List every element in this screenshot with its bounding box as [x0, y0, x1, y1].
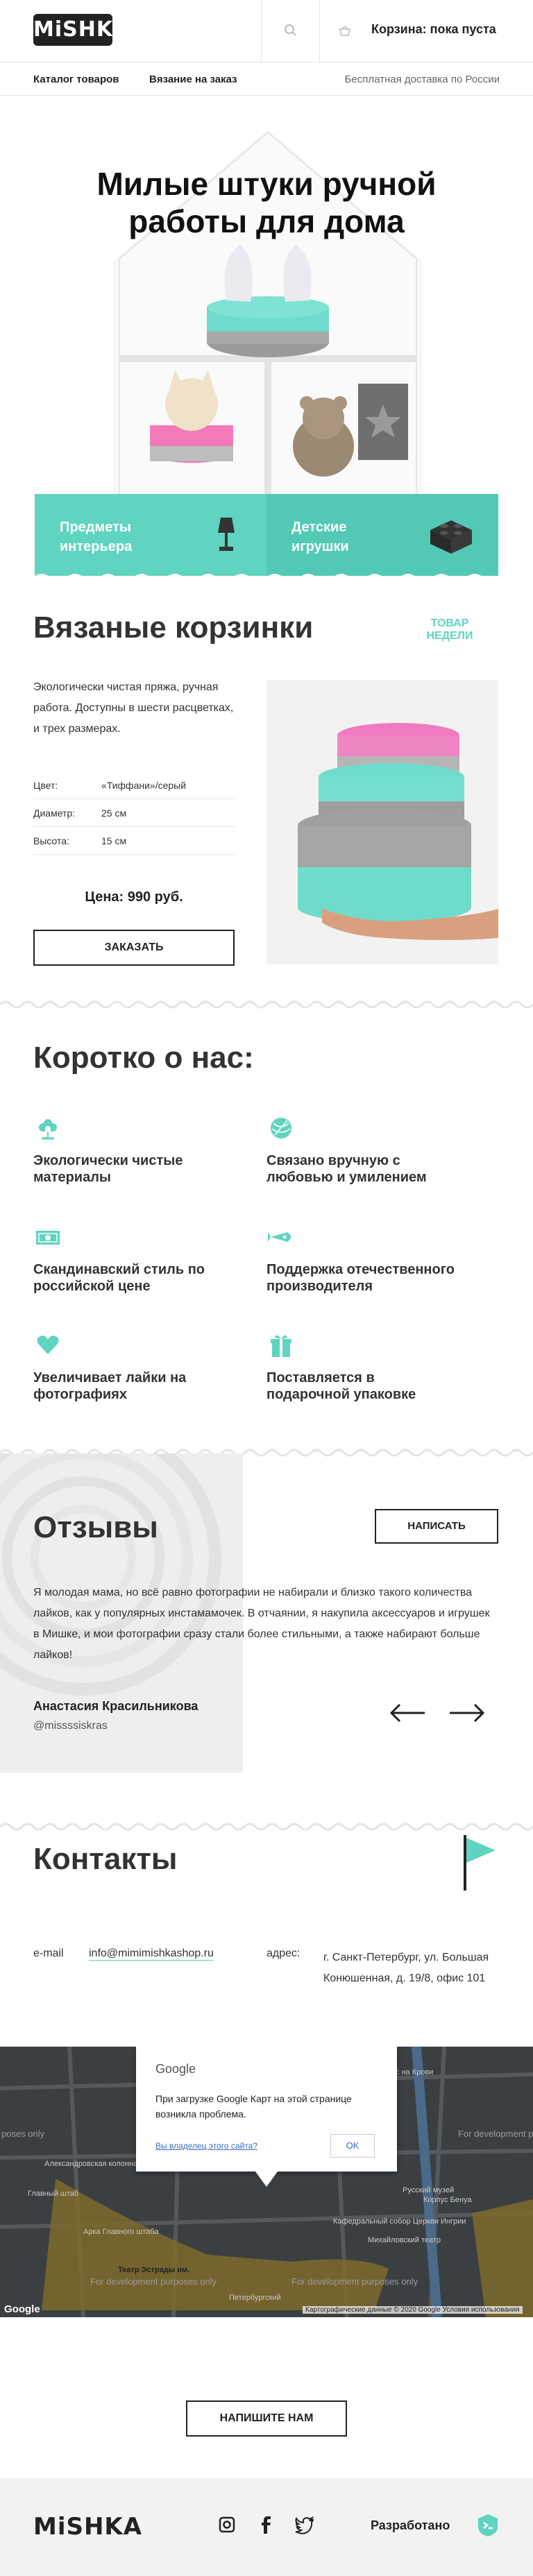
map-credits[interactable]: Картографические данные © 2020 Google Ус… — [303, 2306, 523, 2314]
address-label: адрес: — [266, 1947, 301, 1959]
write-us-button[interactable]: НАПИШИТЕ НАМ — [186, 2400, 347, 2437]
feature-text: Увеличивает лайки на фотографиях — [33, 1370, 187, 1402]
arrow-right-icon[interactable] — [447, 1703, 486, 1723]
category-tiles: Предметы интерьера Детские игрушки — [35, 494, 498, 576]
google-brand: Google — [155, 2062, 196, 2076]
baskets-image — [266, 680, 498, 964]
facebook-icon[interactable] — [255, 2514, 276, 2535]
header-divider — [261, 0, 262, 62]
map-error-message: При загрузке Google Карт на этой страниц… — [155, 2093, 352, 2119]
feature-text: Поставляется в подарочной упаковке — [266, 1370, 416, 1402]
flag-icon — [464, 1835, 496, 1891]
svg-text:Русский музей: Русский музей — [403, 2186, 454, 2194]
yarn-ball-icon — [271, 1118, 291, 1138]
instagram-icon[interactable] — [217, 2514, 237, 2535]
cart-status[interactable]: Корзина: пока пуста — [371, 22, 496, 37]
review-author-nick: @missssiskras — [33, 1720, 108, 1732]
nav-catalog-link[interactable]: Каталог товаров — [33, 74, 119, 85]
feature-text: Скандинавский стиль по российской цене — [33, 1262, 205, 1294]
feature-text: Связано вручную с любовью и умилением — [266, 1153, 427, 1185]
basket-icon[interactable] — [335, 21, 355, 40]
product-description: Экологически чистая пряжа, ручная работа… — [33, 681, 234, 735]
spec-row: Высота: 15 см — [33, 827, 235, 855]
hero-section: Милые штуки ручной работы для дома Предм… — [0, 96, 533, 583]
product-photo — [266, 680, 498, 964]
footer-logo[interactable]: MiSHKA — [33, 2513, 142, 2541]
product-section: Вязаные корзинки ТОВАР НЕДЕЛИ Экологичес… — [0, 576, 533, 1006]
about-title: Коротко о нас: — [33, 1041, 254, 1075]
logo[interactable]: MiSHKA — [33, 14, 129, 46]
lamp-icon — [218, 518, 235, 551]
product-title: Вязаные корзинки — [33, 611, 314, 645]
header-divider — [319, 0, 320, 62]
map-dev-label: For development purposes only — [90, 2276, 217, 2287]
spec-value: 25 см — [101, 808, 127, 819]
spec-key: Диаметр: — [33, 808, 76, 819]
week-product-badge: ТОВАР НЕДЕЛИ — [426, 617, 473, 642]
arrow-left-icon[interactable] — [389, 1703, 428, 1723]
svg-text:Петербургский: Петербургский — [229, 2294, 281, 2302]
spec-value: 15 см — [101, 835, 127, 846]
svg-text:Театр Эстрады им.: Театр Эстрады им. — [118, 2266, 189, 2274]
contacts-section: Контакты e-mail info@mimimishkashop.ru а… — [0, 1773, 533, 2047]
twitter-icon[interactable] — [294, 2514, 315, 2535]
svg-text:Александровская колонна: Александровская колонна — [44, 2160, 138, 2168]
tile-interior[interactable]: Предметы интерьера — [35, 494, 266, 576]
lego-brick-icon — [430, 520, 472, 554]
review-author: Анастасия Красильникова — [33, 1699, 198, 1713]
gift-icon — [271, 1335, 291, 1357]
spec-key: Высота: — [33, 835, 69, 846]
google-map[interactable]: poses only For development pu For develo… — [0, 2047, 533, 2317]
feature-text: Экологически чистые материалы — [33, 1153, 183, 1185]
tile-interior-label: Предметы интерьера — [60, 520, 133, 554]
email-link[interactable]: info@mimimishkashop.ru — [89, 1947, 214, 1961]
map-ok-button[interactable]: OK — [330, 2134, 375, 2158]
email-label: e-mail — [33, 1947, 64, 1959]
spec-row: Диаметр: 25 см — [33, 799, 235, 827]
reviews-title: Отзывы — [33, 1510, 158, 1544]
flower-icon — [39, 1119, 57, 1140]
rocket-icon — [268, 1232, 291, 1242]
svg-text:Кафедральный собор Церкви Ингр: Кафедральный собор Церкви Ингрии — [333, 2217, 466, 2226]
developed-by-label: Разработано — [371, 2518, 450, 2532]
about-section: Коротко о нас: Экологически чистые матер… — [0, 1006, 533, 1453]
search-icon[interactable] — [281, 21, 301, 40]
svg-text:Главный штаб: Главный штаб — [28, 2190, 78, 2198]
write-review-button[interactable]: НАПИСАТЬ — [375, 1509, 498, 1544]
dialog-pointer-icon — [255, 2172, 278, 2187]
developer-shield-icon[interactable] — [476, 2513, 500, 2538]
banknote-icon — [36, 1231, 60, 1245]
hero-title: Милые штуки ручной работы для дома — [96, 166, 437, 239]
shipping-note: Бесплатная доставка по России — [344, 74, 500, 85]
contacts-title: Контакты — [33, 1842, 178, 1876]
svg-text:For development pu: For development pu — [458, 2129, 533, 2139]
review-text: Я молодая мама, но всё равно фотографии … — [33, 1587, 490, 1661]
svg-text:Корпус Бенуа: Корпус Бенуа — [423, 2196, 472, 2204]
reviews-section: Отзывы НАПИСАТЬ Я молодая мама, но всё р… — [0, 1453, 533, 1773]
svg-text:poses only: poses only — [1, 2129, 45, 2139]
svg-text:Михайловский театр: Михайловский театр — [368, 2236, 441, 2244]
map-error-dialog: Google При загрузке Google Карт на этой … — [136, 2047, 397, 2172]
main-nav: Каталог товаров Вязание на заказ Бесплат… — [0, 62, 533, 96]
product-price: Цена: 990 руб. — [85, 889, 183, 905]
svg-text:Арка Главного штаба: Арка Главного штаба — [83, 2228, 159, 2236]
site-owner-link[interactable]: Вы владелец этого сайта? — [155, 2141, 257, 2151]
site-footer: MiSHKA Разработано — [0, 2478, 533, 2576]
order-button[interactable]: ЗАКАЗАТЬ — [33, 930, 235, 966]
tile-kids-toys[interactable]: Детские игрушки — [266, 494, 498, 576]
google-logo: Google — [4, 2303, 40, 2315]
feature-text: Поддержка отечественного производителя — [266, 1262, 455, 1294]
spec-key: Цвет: — [33, 780, 58, 791]
tile-kids-label: Детские игрушки — [291, 520, 349, 554]
site-header: MiSHKA Корзина: пока пуста — [0, 0, 533, 62]
spec-value: «Тиффани»/серый — [101, 780, 187, 791]
svg-text:For development purposes only: For development purposes only — [291, 2276, 418, 2287]
nav-knitting-link[interactable]: Вязание на заказ — [149, 74, 237, 85]
spec-row: Цвет: «Тиффани»/серый — [33, 771, 235, 799]
address-text: г. Санкт-Петербург, ул. Большая Конюшенн… — [323, 1952, 489, 1984]
heart-icon — [37, 1336, 59, 1354]
